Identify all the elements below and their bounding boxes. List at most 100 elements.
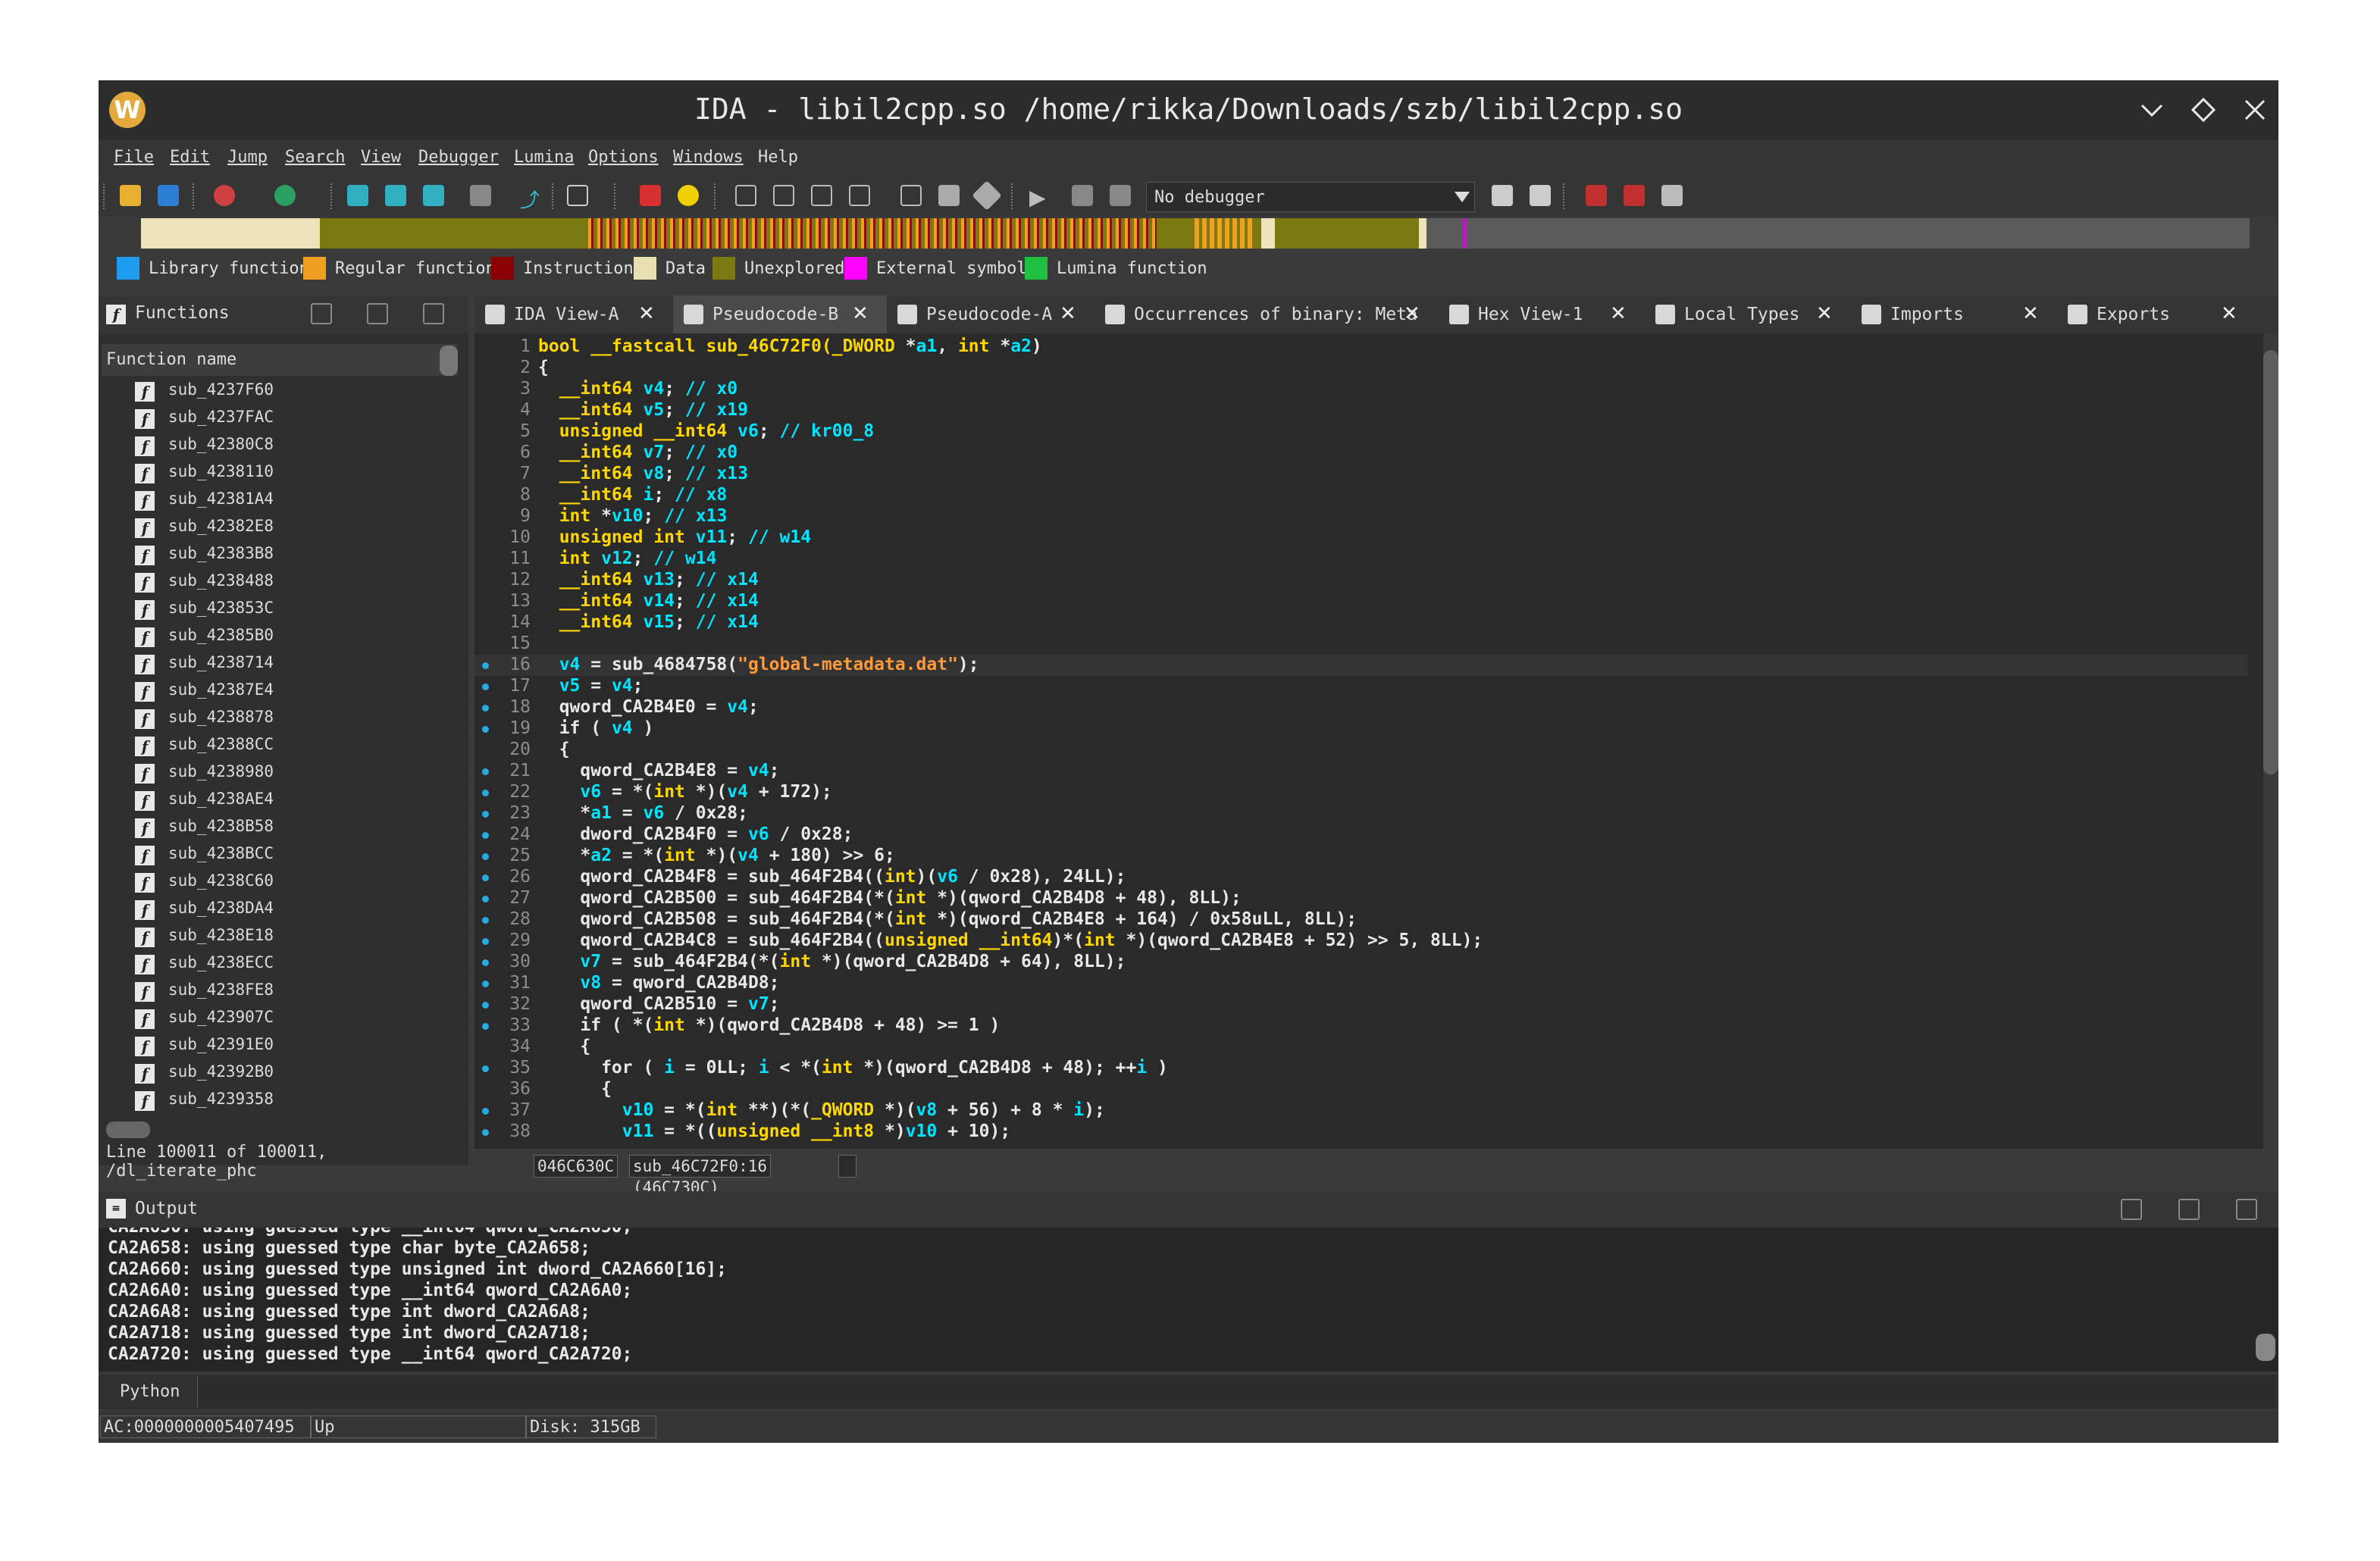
pseudocode-view[interactable]: 1 bool __fastcall sub_46C72F0(_DWORD *a1,… — [474, 333, 2263, 1149]
function-list-item[interactable]: f sub_42385B0 — [102, 623, 458, 650]
font-icon[interactable] — [567, 185, 588, 206]
function-list-item[interactable]: f sub_42391E0 — [102, 1032, 458, 1059]
menu-edit[interactable]: Edit — [170, 148, 210, 167]
code-line[interactable]: 37 v10 = *(int **)(*(_QWORD *)(v8 + 56) … — [474, 1100, 2248, 1121]
tab-hex-view-1[interactable]: Hex View-1 ✕ — [1439, 296, 1645, 333]
breakpoint-dot-icon[interactable] — [482, 662, 489, 669]
code-line[interactable]: 34 { — [474, 1037, 2248, 1058]
breakpoint-dot-icon[interactable] — [482, 917, 489, 924]
menu-options[interactable]: Options — [588, 148, 659, 167]
breakpoint-dot-icon[interactable] — [482, 1129, 489, 1136]
code-line[interactable]: 33 if ( *(int *)(qword_CA2B4D8 + 48) >= … — [474, 1015, 2248, 1037]
code-line[interactable]: 27 qword_CA2B500 = sub_464F2B4(*(int *)(… — [474, 888, 2248, 909]
code-line[interactable]: 31 v8 = qword_CA2B4D8; — [474, 973, 2248, 994]
function-list-item[interactable]: f sub_423907C — [102, 1005, 458, 1032]
cli-input[interactable] — [197, 1376, 2275, 1408]
code-line[interactable]: 2{ — [474, 358, 2248, 379]
close-window-icon[interactable] — [2242, 97, 2268, 123]
forward-icon[interactable] — [274, 185, 296, 206]
function-list-item[interactable]: f sub_4238878 — [102, 705, 458, 732]
open-icon[interactable] — [120, 185, 141, 206]
breakpoint-dot-icon[interactable] — [482, 959, 489, 966]
tab-local-types[interactable]: Local Types ✕ — [1645, 296, 1851, 333]
menu-jump[interactable]: Jump — [227, 148, 268, 167]
function-list-item[interactable]: f sub_42383B8 — [102, 541, 458, 568]
function-list-item[interactable]: f sub_4238FE8 — [102, 978, 458, 1005]
tab-exports[interactable]: Exports ✕ — [2057, 296, 2256, 333]
code-line[interactable]: 20 { — [474, 740, 2248, 761]
string-icon[interactable] — [849, 185, 870, 206]
function-list-item[interactable]: f sub_42382E8 — [102, 514, 458, 541]
list-icon[interactable] — [1586, 185, 1607, 206]
debugger-select[interactable]: No debugger — [1146, 182, 1475, 212]
code-line[interactable]: 25 *a2 = *(int *)(v4 + 180) >> 6; — [474, 846, 2248, 867]
close-tab-icon[interactable]: ✕ — [852, 302, 869, 325]
code-line[interactable]: 14 __int64 v15; // x14 — [474, 612, 2248, 633]
close-tab-icon[interactable]: ✕ — [1816, 302, 1833, 325]
tab-occurrences-of-binary-meta[interactable]: Occurrences of binary: Meta ✕ — [1094, 296, 1439, 333]
close-tab-icon[interactable]: ✕ — [1610, 302, 1627, 325]
function-list-item[interactable]: f sub_4238714 — [102, 650, 458, 677]
breakpoint-dot-icon[interactable] — [482, 874, 489, 881]
menu-view[interactable]: View — [361, 148, 401, 167]
output-restore-icon[interactable] — [2121, 1199, 2142, 1220]
menu-windows[interactable]: Windows — [673, 148, 744, 167]
close-tab-icon[interactable]: ✕ — [1404, 302, 1420, 325]
code-line[interactable]: 28 qword_CA2B508 = sub_464F2B4(*(int *)(… — [474, 909, 2248, 931]
function-list-item[interactable]: f sub_4238DA4 — [102, 896, 458, 923]
functions-scrollbar[interactable] — [440, 346, 458, 376]
code-line[interactable]: 26 qword_CA2B4F8 = sub_464F2B4((int)(v6 … — [474, 867, 2248, 888]
breakpoint-dot-icon[interactable] — [482, 1108, 489, 1115]
rename-icon[interactable] — [938, 185, 960, 206]
code-line[interactable]: 30 v7 = sub_464F2B4(*(int *)(qword_CA2B4… — [474, 952, 2248, 973]
data-icon[interactable] — [773, 185, 794, 206]
column-header-function-name[interactable]: Function name — [102, 344, 458, 376]
breakpoint-dot-icon[interactable] — [482, 1002, 489, 1009]
function-list-item[interactable]: f sub_42381A4 — [102, 486, 458, 514]
code-line[interactable]: 1 bool __fastcall sub_46C72F0(_DWORD *a1,… — [474, 336, 2248, 358]
play-icon[interactable]: ▶ — [1029, 185, 1051, 210]
minimize-icon[interactable] — [2139, 97, 2165, 123]
code-line[interactable]: 29 qword_CA2B4C8 = sub_464F2B4((unsigned… — [474, 931, 2248, 952]
function-list-item[interactable]: f sub_42388CC — [102, 732, 458, 759]
maximize-icon[interactable] — [2191, 97, 2216, 123]
output-scrollbar[interactable] — [2256, 1334, 2275, 1361]
proximity-icon[interactable] — [423, 185, 444, 206]
function-list-item[interactable]: f sub_4238AE4 — [102, 787, 458, 814]
menu-help[interactable]: Help — [758, 148, 798, 167]
code-line[interactable]: 7 __int64 v8; // x13 — [474, 464, 2248, 485]
output-float-icon[interactable] — [2178, 1199, 2200, 1220]
tab-pseudocode-a[interactable]: Pseudocode-A ✕ — [887, 296, 1094, 333]
code-line[interactable]: 17 v5 = v4; — [474, 676, 2248, 697]
undefine-icon[interactable] — [811, 185, 832, 206]
close-tab-icon[interactable]: ✕ — [2022, 302, 2039, 325]
close-tab-icon[interactable]: ✕ — [2221, 302, 2238, 325]
breakpoint-dot-icon[interactable] — [482, 981, 489, 987]
function-list-item[interactable]: f sub_4238B58 — [102, 814, 458, 841]
breakpoint-dot-icon[interactable] — [482, 811, 489, 818]
menu-file[interactable]: File — [114, 148, 154, 167]
code-line[interactable]: 13 __int64 v14; // x14 — [474, 591, 2248, 612]
function-list-item[interactable]: f sub_42380C8 — [102, 432, 458, 459]
code-line[interactable]: 23 *a1 = v6 / 0x28; — [474, 803, 2248, 824]
breakpoint-dot-icon[interactable] — [482, 853, 489, 860]
menu-debugger[interactable]: Debugger — [418, 148, 499, 167]
graph-icon[interactable] — [347, 185, 368, 206]
pane-close-icon[interactable] — [423, 303, 444, 324]
function-list-item[interactable]: f sub_4237F60 — [102, 377, 458, 405]
menu-search[interactable]: Search — [285, 148, 345, 167]
breakpoint-dot-icon[interactable] — [482, 938, 489, 945]
tab-ida-view-a[interactable]: IDA View-A ✕ — [474, 296, 673, 333]
struct-icon[interactable] — [972, 180, 1002, 211]
functions-hscrollbar[interactable] — [106, 1121, 150, 1138]
code-line[interactable]: 12 __int64 v13; // x14 — [474, 570, 2248, 591]
array-icon[interactable] — [900, 185, 922, 206]
list-red-icon[interactable] — [1624, 185, 1645, 206]
code-line[interactable]: 22 v6 = *(int *)(v4 + 172); — [474, 782, 2248, 803]
tab-imports[interactable]: Imports ✕ — [1851, 296, 2057, 333]
breakpoint-icon[interactable] — [640, 185, 661, 206]
function-list-item[interactable]: f sub_4238110 — [102, 459, 458, 486]
code-line[interactable]: 9 int *v10; // x13 — [474, 506, 2248, 527]
tab-pseudocode-b[interactable]: Pseudocode-B ✕ — [673, 296, 887, 333]
function-list-item[interactable]: f sub_4238ECC — [102, 950, 458, 978]
